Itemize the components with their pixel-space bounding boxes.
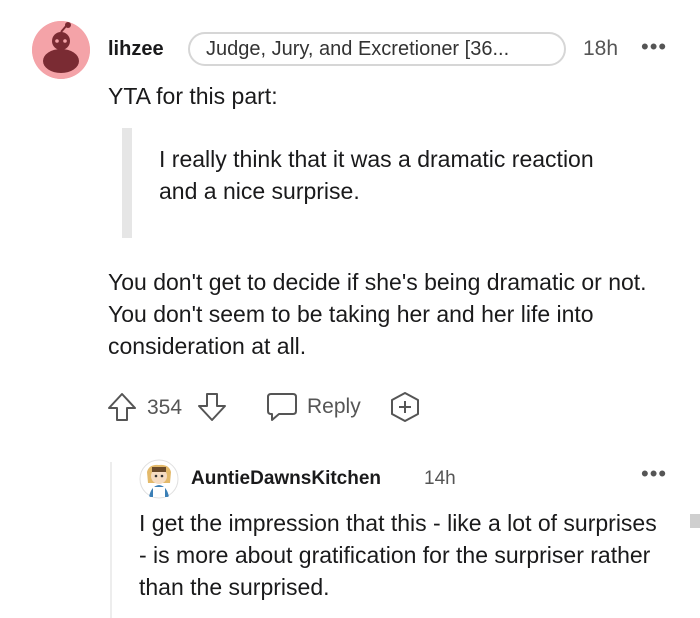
comment-author[interactable]: lihzee [108, 38, 164, 61]
more-options-button[interactable]: ••• [641, 34, 667, 60]
comment-intro-text: YTA for this part: [108, 83, 278, 109]
upvote-button[interactable] [106, 391, 138, 428]
quote-bar [122, 128, 132, 238]
downvote-button[interactable] [196, 391, 228, 428]
user-avatar[interactable] [32, 21, 90, 79]
award-icon [391, 392, 419, 422]
reply-button[interactable]: Reply [265, 391, 361, 423]
vote-score: 354 [147, 396, 183, 419]
reply-icon [267, 393, 297, 421]
snoo-avatar-icon [32, 21, 90, 79]
quoted-text: I really think that it was a dramatic re… [159, 146, 594, 204]
award-button[interactable] [389, 391, 421, 428]
reply-timestamp: 14h [424, 468, 456, 489]
reply-body: I get the impression that this - like a … [139, 510, 657, 600]
comment-timestamp: 18h [583, 37, 619, 60]
thread-line[interactable] [110, 462, 112, 618]
reply-author[interactable]: AuntieDawnsKitchen [191, 468, 381, 490]
reply-more-options-button[interactable]: ••• [641, 461, 667, 487]
downvote-icon [198, 393, 226, 421]
user-avatar-icon [139, 459, 179, 499]
reply-label: Reply [307, 395, 361, 418]
comment-body: You don't get to decide if she's being d… [108, 269, 647, 359]
upvote-icon [108, 393, 136, 421]
reply-avatar[interactable] [139, 459, 179, 499]
scrollbar-thumb[interactable] [690, 514, 700, 528]
user-flair: Judge, Jury, and Excretioner [36... [188, 32, 566, 66]
